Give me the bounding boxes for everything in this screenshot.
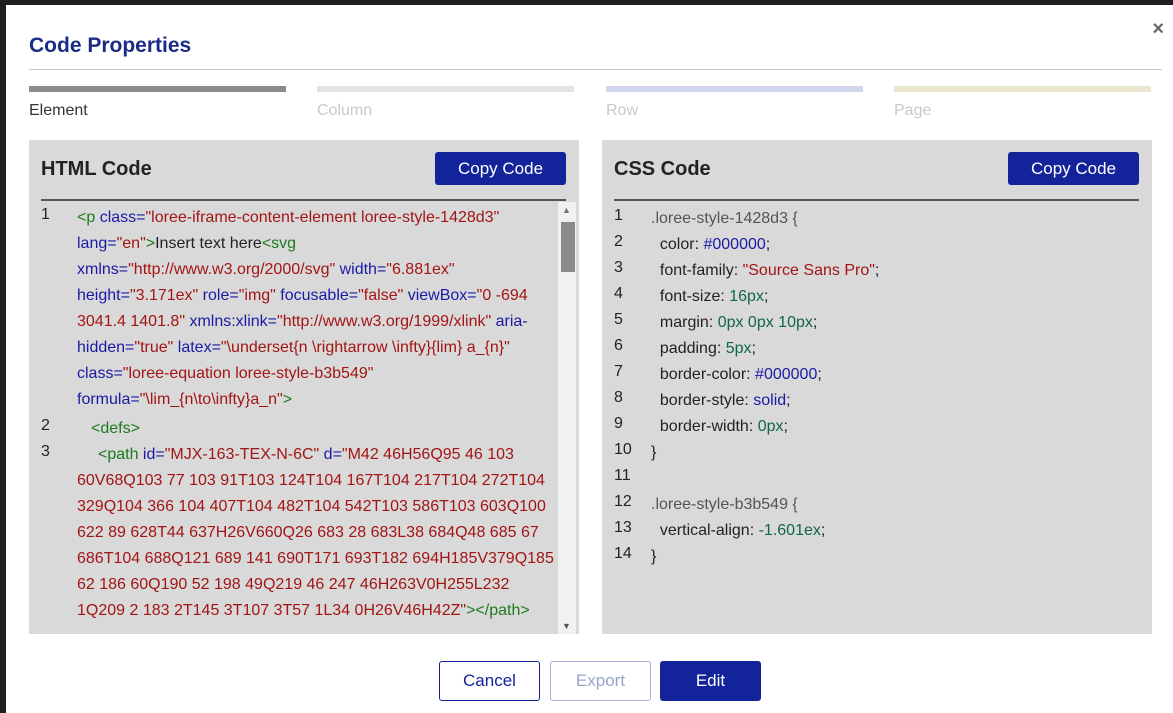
step-label: Page [894, 102, 932, 119]
css-code-line: vertical-align: -1.601ex; [651, 522, 826, 539]
step-bar [894, 86, 1151, 92]
line-number: 2 [614, 233, 623, 250]
line-number: 12 [614, 493, 632, 510]
line-number: 1 [41, 206, 50, 223]
line-number: 6 [614, 337, 623, 354]
copy-html-button[interactable]: Copy Code [435, 152, 566, 185]
line-number: 3 [614, 259, 623, 276]
css-code-line: margin: 0px 0px 10px; [651, 314, 818, 331]
line-number: 1 [614, 207, 623, 224]
css-code-line: } [651, 548, 657, 565]
line-number: 13 [614, 519, 632, 536]
line-number: 5 [614, 311, 623, 328]
step-bar [606, 86, 863, 92]
step-element[interactable]: Element [29, 86, 286, 120]
step-bar [317, 86, 574, 92]
css-code-line: } [651, 444, 657, 461]
title-divider [29, 69, 1162, 70]
code-properties-dialog: Code Properties × Element Column Row Pag… [6, 5, 1173, 713]
scroll-up-icon[interactable]: ▲ [562, 205, 571, 215]
line-number: 14 [614, 545, 632, 562]
css-code-line: border-style: solid; [651, 392, 791, 409]
line-number: 2 [41, 417, 50, 434]
panel-divider [614, 199, 1139, 201]
copy-css-button[interactable]: Copy Code [1008, 152, 1139, 185]
step-bar [29, 86, 286, 92]
step-column[interactable]: Column [317, 86, 574, 120]
css-code-line: border-width: 0px; [651, 418, 788, 435]
line-number: 8 [614, 389, 623, 406]
line-number: 11 [614, 467, 631, 484]
html-code-panel: HTML Code Copy Code 1 <p class="loree-if… [29, 140, 579, 634]
line-number: 9 [614, 415, 623, 432]
css-code-line: padding: 5px; [651, 340, 756, 357]
css-code-panel: CSS Code Copy Code 1 .loree-style-1428d3 … [602, 140, 1152, 634]
step-page[interactable]: Page [894, 86, 1151, 120]
html-code-line-3: <path id="MJX-163-TEX-N-6C" d="M42 46H56… [77, 446, 554, 619]
step-row[interactable]: Row [606, 86, 863, 120]
export-button[interactable]: Export [550, 661, 651, 701]
edit-button[interactable]: Edit [660, 661, 761, 701]
css-code-line: border-color: #000000; [651, 366, 822, 383]
close-icon[interactable]: × [1152, 18, 1164, 41]
panel-divider [41, 199, 566, 201]
scroll-down-icon[interactable]: ▼ [562, 621, 571, 631]
css-code-line: .loree-style-1428d3 { [651, 210, 798, 227]
html-code-heading: HTML Code [41, 158, 152, 180]
css-code-heading: CSS Code [614, 158, 711, 180]
css-code-line: font-size: 16px; [651, 288, 769, 305]
scrollbar-thumb[interactable] [561, 222, 575, 272]
line-number: 7 [614, 363, 623, 380]
html-code-line-1: <p class="loree-iframe-content-element l… [77, 209, 528, 408]
dialog-title: Code Properties [29, 34, 192, 57]
line-number: 3 [41, 443, 50, 460]
line-number: 10 [614, 441, 632, 458]
step-label: Element [29, 102, 88, 119]
cancel-button[interactable]: Cancel [439, 661, 540, 701]
step-label: Row [606, 102, 639, 119]
line-number: 4 [614, 285, 623, 302]
css-code-line: .loree-style-b3b549 { [651, 496, 798, 513]
css-code-line: color: #000000; [651, 236, 771, 253]
html-code-line-2: <defs> [91, 420, 140, 437]
step-label: Column [317, 102, 373, 119]
html-scrollbar[interactable]: ▲ ▼ [558, 202, 576, 634]
css-code-line: font-family: "Source Sans Pro"; [651, 262, 880, 279]
